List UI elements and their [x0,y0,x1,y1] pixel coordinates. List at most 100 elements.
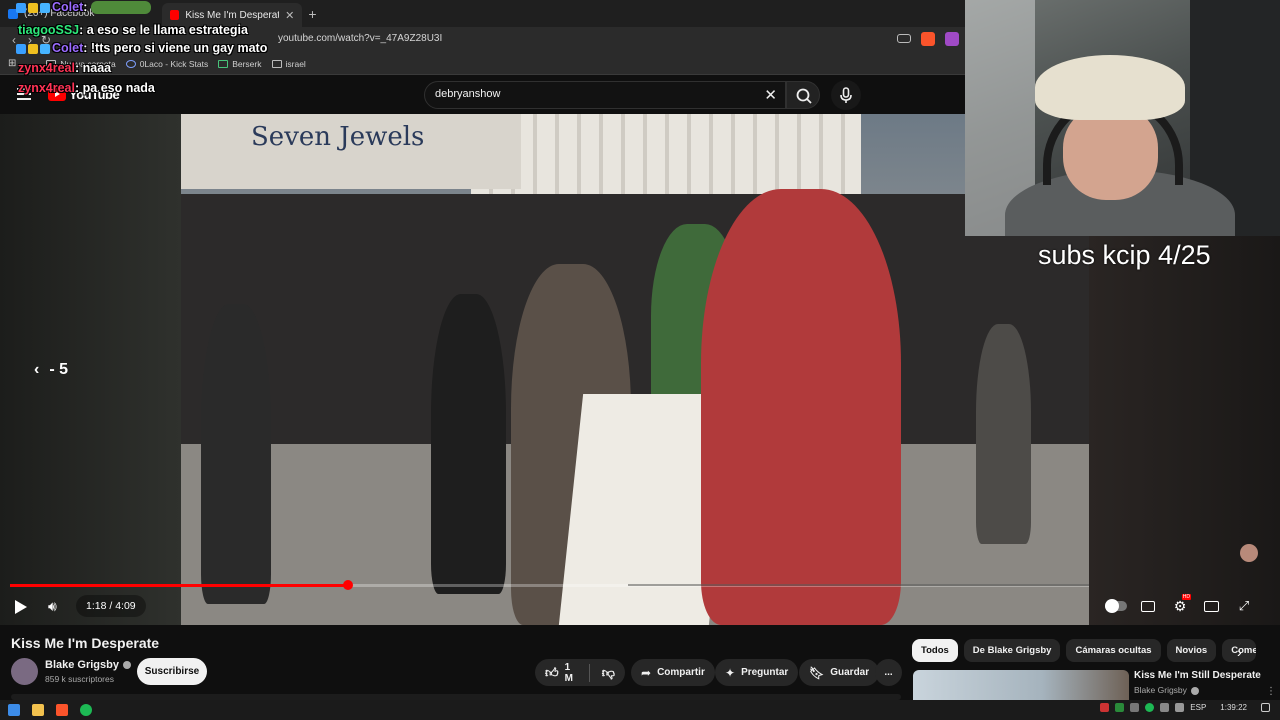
bookmarks-bar: ⊞ Nueva carpeta 0Laco - Kick Stats Berse… [0,53,965,75]
windows-start-icon[interactable] [8,704,20,716]
more-actions-button[interactable]: ... [875,659,902,686]
url-field[interactable]: youtube.com/watch?v=_47A9Z28U3I [278,33,442,44]
bookmark-kick-stats[interactable]: 0Laco - Kick Stats [125,59,208,69]
dislike-button[interactable]: 👎︎ [602,665,615,681]
search-input[interactable] [435,88,735,100]
chip-todos[interactable]: Todos [912,639,958,662]
tab-label: Kiss Me I'm Desperate - YouT [185,9,279,21]
subscriber-count: 859 k suscriptores [45,674,114,684]
close-tab-icon[interactable]: ✕ [285,9,294,22]
file-explorer-icon[interactable] [32,704,44,716]
chat-username: zynx4real [18,81,75,95]
avatar[interactable] [11,658,38,685]
bucket-hat [1035,55,1185,120]
subscribe-button[interactable]: Suscribirse [137,658,207,685]
chip-hidden-camera[interactable]: Cámaras ocultas [1066,639,1161,662]
search-button[interactable] [786,81,820,109]
bookmark-icon [218,59,229,68]
tray-icon[interactable] [1145,703,1155,712]
recommendation-title[interactable]: Kiss Me I'm Still Desperate [1134,670,1261,681]
chat-username: zynx4real [18,61,75,75]
chevron-right-icon[interactable]: › [1237,644,1242,660]
thumbs-up-icon: 👍︎ [545,664,559,680]
more-vert-icon[interactable]: ⋮ [1266,686,1276,697]
youtube-favicon-icon [170,10,180,20]
brave-shield-icon[interactable] [921,32,935,46]
new-tab-button[interactable]: + [302,6,322,22]
chat-username: tiagooSSJ [18,23,80,37]
gear-icon: ⚙ [1173,597,1187,614]
streamer-webcam [965,0,1280,236]
chip-channel[interactable]: De Blake Grigsby [963,639,1061,662]
clear-search-icon[interactable]: ✕ [764,86,777,104]
notifications-icon[interactable] [1261,703,1270,712]
person-woman-left [201,304,271,604]
search-icon [796,88,812,104]
stream-subs-goal: subs kcip 4/25 [1038,240,1211,270]
fullscreen-button[interactable]: ⤢ [1236,597,1252,615]
ambient-left [0,114,181,625]
share-icon: ➦ [641,665,652,680]
stream-mascot-icon [1240,544,1258,562]
progress-scrubber[interactable] [343,580,354,590]
bookmark-israel[interactable]: israel [271,59,306,69]
progress-shadow [628,584,1089,586]
settings-button[interactable]: ⚙ HD [1172,594,1191,615]
cast-icon[interactable] [897,34,911,43]
time-display: 1:18 / 4:09 [76,595,146,617]
tray-icon[interactable] [1160,703,1170,712]
player-controls: 🔊︎ 1:18 / 4:09 ⚙ HD ⤢ [0,594,1280,625]
like-button[interactable]: 👍︎ 1 M [545,662,577,684]
autoplay-toggle[interactable] [1104,597,1128,615]
subtitles-button[interactable] [1140,597,1156,615]
search-box: ✕ [424,81,786,109]
hd-badge: HD [1181,594,1191,600]
video-frame[interactable]: Seven Jewels [181,114,1089,625]
video-title: Kiss Me I'm Desperate [11,635,160,651]
person-red-shirt [701,189,901,625]
save-button[interactable]: 🔖︎ Guardar [799,659,880,686]
play-icon[interactable] [15,600,27,614]
extension-icons [897,32,959,46]
system-tray: ESP 1:39:22 [1100,703,1270,712]
pepe-emote-icon [91,1,152,15]
brave-rewards-icon[interactable] [945,32,959,46]
spotify-icon[interactable] [80,704,92,716]
chat-message: Colet: [16,0,152,15]
captions-icon [1141,600,1155,612]
bookmark-berserk[interactable]: Berserk [218,59,262,69]
chip-novios[interactable]: Novios [1166,639,1217,662]
brave-browser-icon[interactable] [56,704,68,716]
clock[interactable]: 1:39:22 [1220,703,1247,712]
volume-icon[interactable]: 🔊︎ [48,598,57,615]
bookmark-icon [125,59,136,68]
chevron-left-icon: ‹ [34,361,40,378]
taskbar: ESP 1:39:22 [0,700,1280,720]
voice-search-button[interactable] [831,80,861,110]
shop-sign: Seven Jewels [181,114,521,189]
divider [588,663,590,682]
verified-icon [1190,686,1199,695]
chat-username: Colet [52,0,84,14]
microphone-icon [840,87,852,103]
theater-button[interactable] [1203,597,1219,615]
tray-icon[interactable] [1100,703,1110,712]
recommendation-chips: Todos De Blake Grigsby Cámaras ocultas N… [912,639,1257,662]
language-indicator[interactable]: ESP [1190,703,1206,712]
apps-grid-icon[interactable]: ⊞ [8,58,16,69]
folder-icon [271,59,282,68]
person-man-tank [431,294,506,594]
tray-icon[interactable] [1130,703,1140,712]
chat-message: zynx4real: pa eso nada [18,81,155,95]
fullscreen-icon: ⤢ [1238,598,1250,613]
channel-name[interactable]: Blake Grigsby [45,659,131,671]
chat-message: zynx4real: naaa [18,61,112,75]
seek-back-hint: ‹ - 5 [34,361,68,378]
volume-icon[interactable] [1175,703,1185,712]
like-dislike-group: 👍︎ 1 M 👎︎ [535,659,625,686]
ask-button[interactable]: ✦ Preguntar [715,659,799,686]
recommendation-thumbnail[interactable] [913,670,1129,704]
chat-message: Colet: !tts pero si viene un gay mato [16,41,267,56]
tray-icon[interactable] [1115,703,1125,712]
share-button[interactable]: ➦ Compartir [631,659,715,686]
